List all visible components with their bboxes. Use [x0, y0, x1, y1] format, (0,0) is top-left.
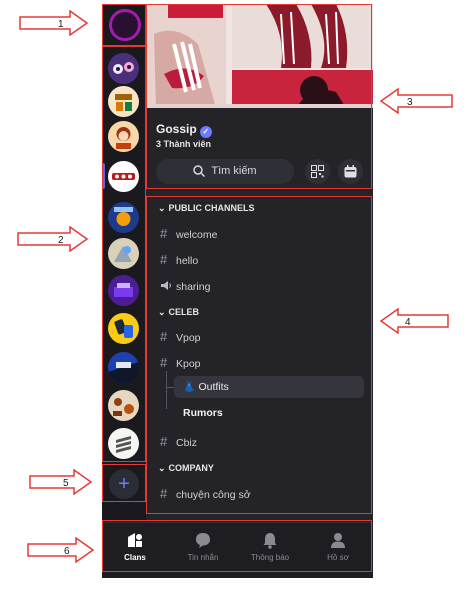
annotation-box-1: [102, 4, 146, 46]
callout-arrow-5: 5: [29, 469, 93, 495]
callout-number: 6: [64, 546, 70, 557]
annotation-box-4: [146, 196, 372, 514]
callout-arrow-6: 6: [27, 537, 95, 563]
annotation-box-5: [102, 464, 146, 502]
annotation-box-2: [102, 46, 146, 462]
callout-number: 5: [63, 478, 69, 489]
callout-arrow-3: 3: [379, 88, 453, 114]
callout-number: 1: [58, 19, 64, 30]
callout-number: 2: [58, 235, 64, 246]
callout-arrow-1: 1: [19, 10, 89, 36]
callout-arrow-4: 4: [379, 308, 449, 334]
callout-number: 4: [405, 317, 411, 328]
annotation-box-3: [146, 4, 372, 189]
annotation-box-6: [102, 520, 372, 572]
callout-arrow-2: 2: [17, 226, 89, 252]
callout-number: 3: [407, 97, 413, 108]
